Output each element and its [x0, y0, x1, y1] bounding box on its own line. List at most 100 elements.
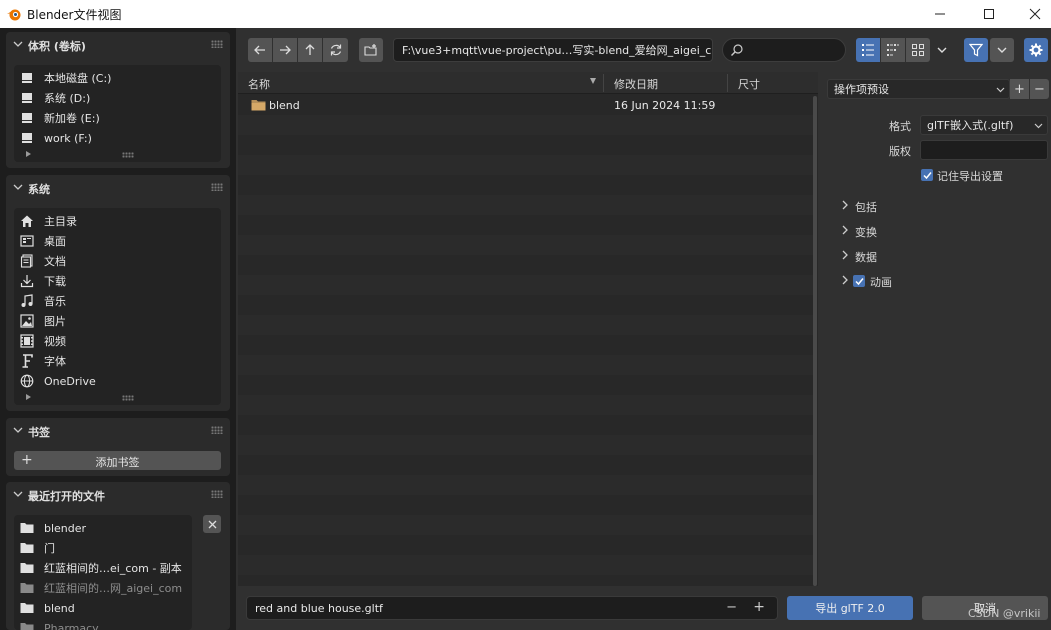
- folder-icon: [20, 541, 34, 555]
- folder-icon: [20, 521, 34, 535]
- format-label: 格式: [889, 120, 911, 133]
- view-vertical-list-button[interactable]: [856, 38, 880, 62]
- plus-icon: +: [1014, 81, 1025, 97]
- system-item-home[interactable]: 主目录: [20, 212, 77, 230]
- expand-arrow-icon[interactable]: [26, 151, 31, 157]
- system-item-downloads[interactable]: 下载: [20, 272, 66, 290]
- system-header[interactable]: 系统: [6, 175, 230, 201]
- maximize-button[interactable]: [966, 0, 1012, 28]
- column-divider[interactable]: [727, 74, 728, 92]
- recent-header[interactable]: 最近打开的文件: [6, 482, 230, 508]
- view-horizontal-list-button[interactable]: [881, 38, 905, 62]
- recent-item[interactable]: 红蓝相间的…网_aigei_com: [20, 579, 182, 597]
- file-name: blend: [269, 99, 300, 112]
- increment-filename-button[interactable]: +: [753, 599, 765, 615]
- list-view-icon: [862, 44, 874, 56]
- expand-arrow-icon[interactable]: [26, 394, 31, 400]
- check-icon: [922, 171, 932, 179]
- drag-grip-icon[interactable]: [211, 40, 223, 48]
- minimize-button[interactable]: [917, 0, 963, 28]
- bookmarks-header[interactable]: 书签: [6, 418, 230, 444]
- arrow-right-icon: [280, 45, 291, 55]
- column-size[interactable]: 尺寸: [738, 76, 760, 92]
- resize-grip-icon[interactable]: [122, 395, 134, 401]
- close-icon: [1029, 8, 1041, 20]
- format-dropdown[interactable]: glTF嵌入式(.gltf): [920, 115, 1048, 135]
- view-thumbnails-button[interactable]: [906, 38, 930, 62]
- remove-preset-button[interactable]: −: [1030, 79, 1049, 99]
- search-field[interactable]: [722, 38, 846, 62]
- column-divider[interactable]: [603, 74, 604, 92]
- group-transform[interactable]: 变换: [840, 222, 1040, 240]
- chevron-down-icon: [1034, 123, 1043, 129]
- resize-grip-icon[interactable]: [122, 152, 134, 158]
- recent-item[interactable]: blender: [20, 519, 86, 537]
- file-row[interactable]: blend 16 Jun 2024 11:59: [238, 95, 813, 115]
- display-settings-dropdown[interactable]: [932, 38, 952, 62]
- minus-icon: −: [1034, 81, 1045, 97]
- remove-recent-button[interactable]: [203, 515, 221, 533]
- operator-presets-dropdown[interactable]: 操作项预设: [827, 79, 1010, 99]
- sort-down-icon[interactable]: [590, 78, 596, 84]
- volume-item-d[interactable]: 系统 (D:): [20, 89, 90, 107]
- volume-item-c[interactable]: 本地磁盘 (C:): [20, 69, 111, 87]
- column-name[interactable]: 名称: [248, 76, 270, 92]
- volume-item-f[interactable]: work (F:): [20, 129, 92, 147]
- copyright-field[interactable]: [920, 140, 1048, 160]
- new-folder-button[interactable]: [359, 38, 383, 62]
- drag-grip-icon[interactable]: [211, 183, 223, 191]
- desktop-icon: [20, 234, 34, 248]
- system-item-videos[interactable]: 视频: [20, 332, 66, 350]
- empty-row: [238, 295, 813, 315]
- add-preset-button[interactable]: +: [1010, 79, 1029, 99]
- settings-button[interactable]: [1024, 38, 1048, 62]
- system-item-desktop[interactable]: 桌面: [20, 232, 66, 250]
- forward-button[interactable]: [273, 38, 297, 62]
- folder-icon: [251, 100, 266, 111]
- close-button[interactable]: [1012, 0, 1051, 28]
- system-item-fonts[interactable]: 字体: [20, 352, 66, 370]
- file-date: 16 Jun 2024 11:59: [614, 99, 716, 112]
- refresh-button[interactable]: [323, 38, 348, 62]
- animation-checkbox[interactable]: [853, 275, 865, 287]
- filter-icon: [969, 43, 983, 57]
- drag-grip-icon[interactable]: [211, 490, 223, 498]
- group-animation[interactable]: 动画: [840, 272, 1040, 290]
- file-list-scrollbar[interactable]: [813, 96, 817, 586]
- bookmarks-title: 书签: [28, 426, 50, 439]
- system-title: 系统: [28, 183, 50, 196]
- refresh-icon: [330, 44, 341, 56]
- volume-item-e[interactable]: 新加卷 (E:): [20, 109, 100, 127]
- decrement-filename-button[interactable]: −: [726, 600, 737, 615]
- drag-grip-icon[interactable]: [211, 426, 223, 434]
- empty-row: [238, 475, 813, 495]
- filter-options-dropdown[interactable]: [990, 38, 1014, 62]
- parent-directory-button[interactable]: [298, 38, 322, 62]
- volumes-header[interactable]: 体积 (卷标): [6, 32, 230, 58]
- system-item-documents[interactable]: 文档: [20, 252, 66, 270]
- directory-path-field[interactable]: F:\vue3+mqtt\vue-project\pu…写实-blend_爱给网…: [393, 38, 713, 62]
- chevron-down-icon: [13, 427, 23, 433]
- empty-row: [238, 495, 813, 515]
- recent-item[interactable]: 门: [20, 539, 55, 557]
- remember-settings-checkbox[interactable]: [921, 169, 933, 181]
- filter-button[interactable]: [964, 38, 988, 62]
- system-item-music[interactable]: 音乐: [20, 292, 66, 310]
- recent-item[interactable]: Pharmacy: [20, 619, 99, 630]
- group-data[interactable]: 数据: [840, 247, 1040, 265]
- add-bookmark-button[interactable]: + 添加书签: [14, 451, 221, 470]
- back-button[interactable]: [248, 38, 272, 62]
- recent-item[interactable]: blend: [20, 599, 75, 617]
- empty-row: [238, 255, 813, 275]
- system-section: 系统 主目录 桌面 文档 下载 音乐 图片 视频 字体 OneDrive: [6, 175, 230, 411]
- recent-item[interactable]: 红蓝相间的…ei_com - 副本: [20, 559, 182, 577]
- group-include[interactable]: 包括: [840, 197, 1040, 215]
- empty-row: [238, 135, 813, 155]
- column-date[interactable]: 修改日期: [614, 76, 658, 92]
- filename-field[interactable]: red and blue house.gltf − +: [246, 596, 778, 620]
- system-item-pictures[interactable]: 图片: [20, 312, 66, 330]
- disk-icon: [20, 91, 34, 105]
- system-item-onedrive[interactable]: OneDrive: [20, 372, 96, 390]
- export-button[interactable]: 导出 glTF 2.0: [787, 596, 913, 620]
- empty-row: [238, 335, 813, 355]
